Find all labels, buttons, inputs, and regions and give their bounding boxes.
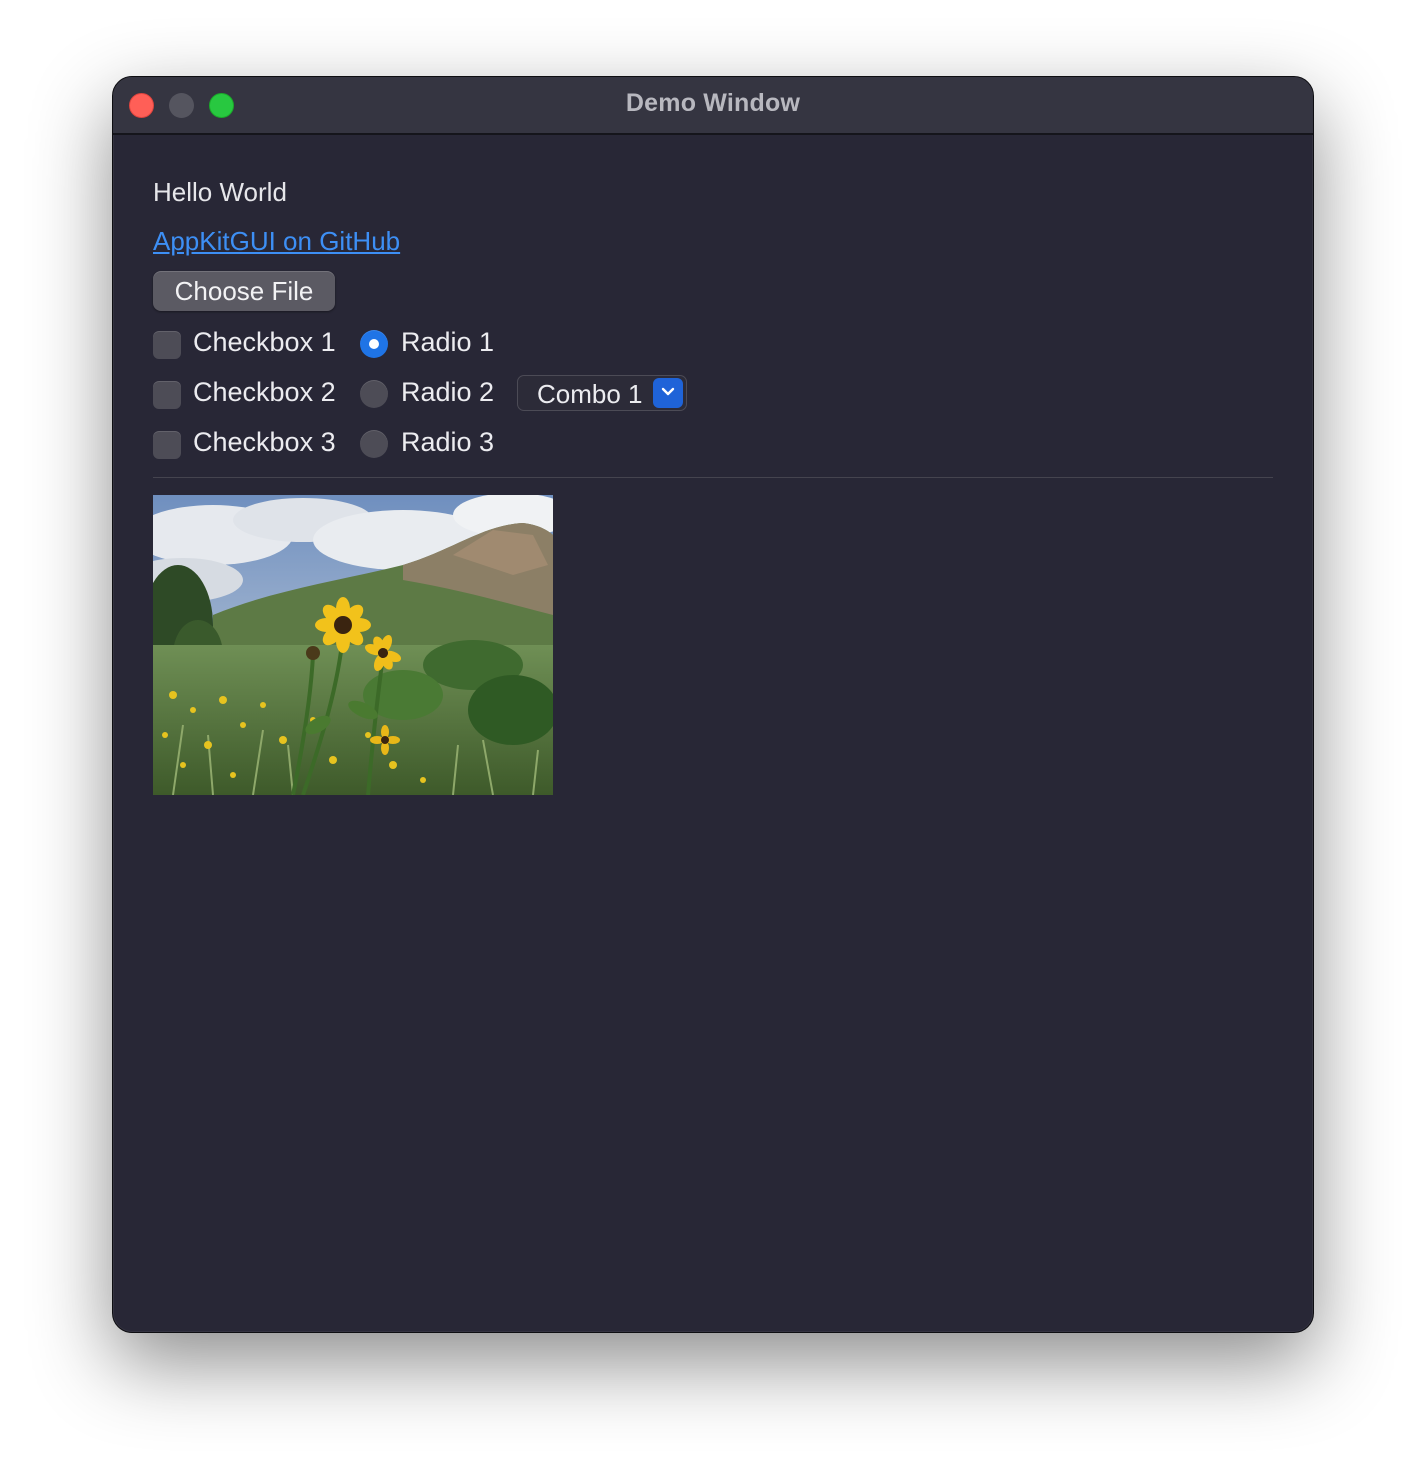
radio-2-label[interactable]: Radio 2: [401, 377, 494, 408]
option-row-2: Checkbox 2 Radio 2: [153, 377, 553, 413]
demo-window: Demo Window Hello World AppKitGUI on Git…: [112, 76, 1314, 1333]
combo-value: Combo 1: [537, 379, 643, 409]
checkbox-2-label[interactable]: Checkbox 2: [193, 377, 336, 408]
hello-label: Hello World: [153, 177, 287, 207]
checkbox-1-label[interactable]: Checkbox 1: [193, 327, 336, 358]
option-row-3: Checkbox 3 Radio 3: [153, 427, 553, 463]
radio-1[interactable]: [360, 330, 388, 358]
checkbox-1[interactable]: [153, 331, 181, 359]
sunflower-image: [153, 495, 553, 795]
chevron-down-icon[interactable]: [653, 378, 683, 408]
radio-1-label[interactable]: Radio 1: [401, 327, 494, 358]
checkbox-2[interactable]: [153, 381, 181, 409]
radio-2[interactable]: [360, 380, 388, 408]
title-bar[interactable]: Demo Window: [113, 77, 1313, 135]
checkbox-3[interactable]: [153, 431, 181, 459]
combo-box[interactable]: Combo 1: [517, 375, 687, 411]
choose-file-button[interactable]: Choose File: [153, 271, 335, 311]
separator: [153, 477, 1273, 478]
checkbox-3-label[interactable]: Checkbox 3: [193, 427, 336, 458]
radio-3[interactable]: [360, 430, 388, 458]
radio-3-label[interactable]: Radio 3: [401, 427, 494, 458]
window-title: Demo Window: [625, 89, 801, 117]
sunflower-meadow-picture: [153, 495, 553, 795]
option-row-1: Checkbox 1 Radio 1: [153, 327, 553, 363]
github-link[interactable]: AppKitGUI on GitHub: [153, 226, 400, 257]
